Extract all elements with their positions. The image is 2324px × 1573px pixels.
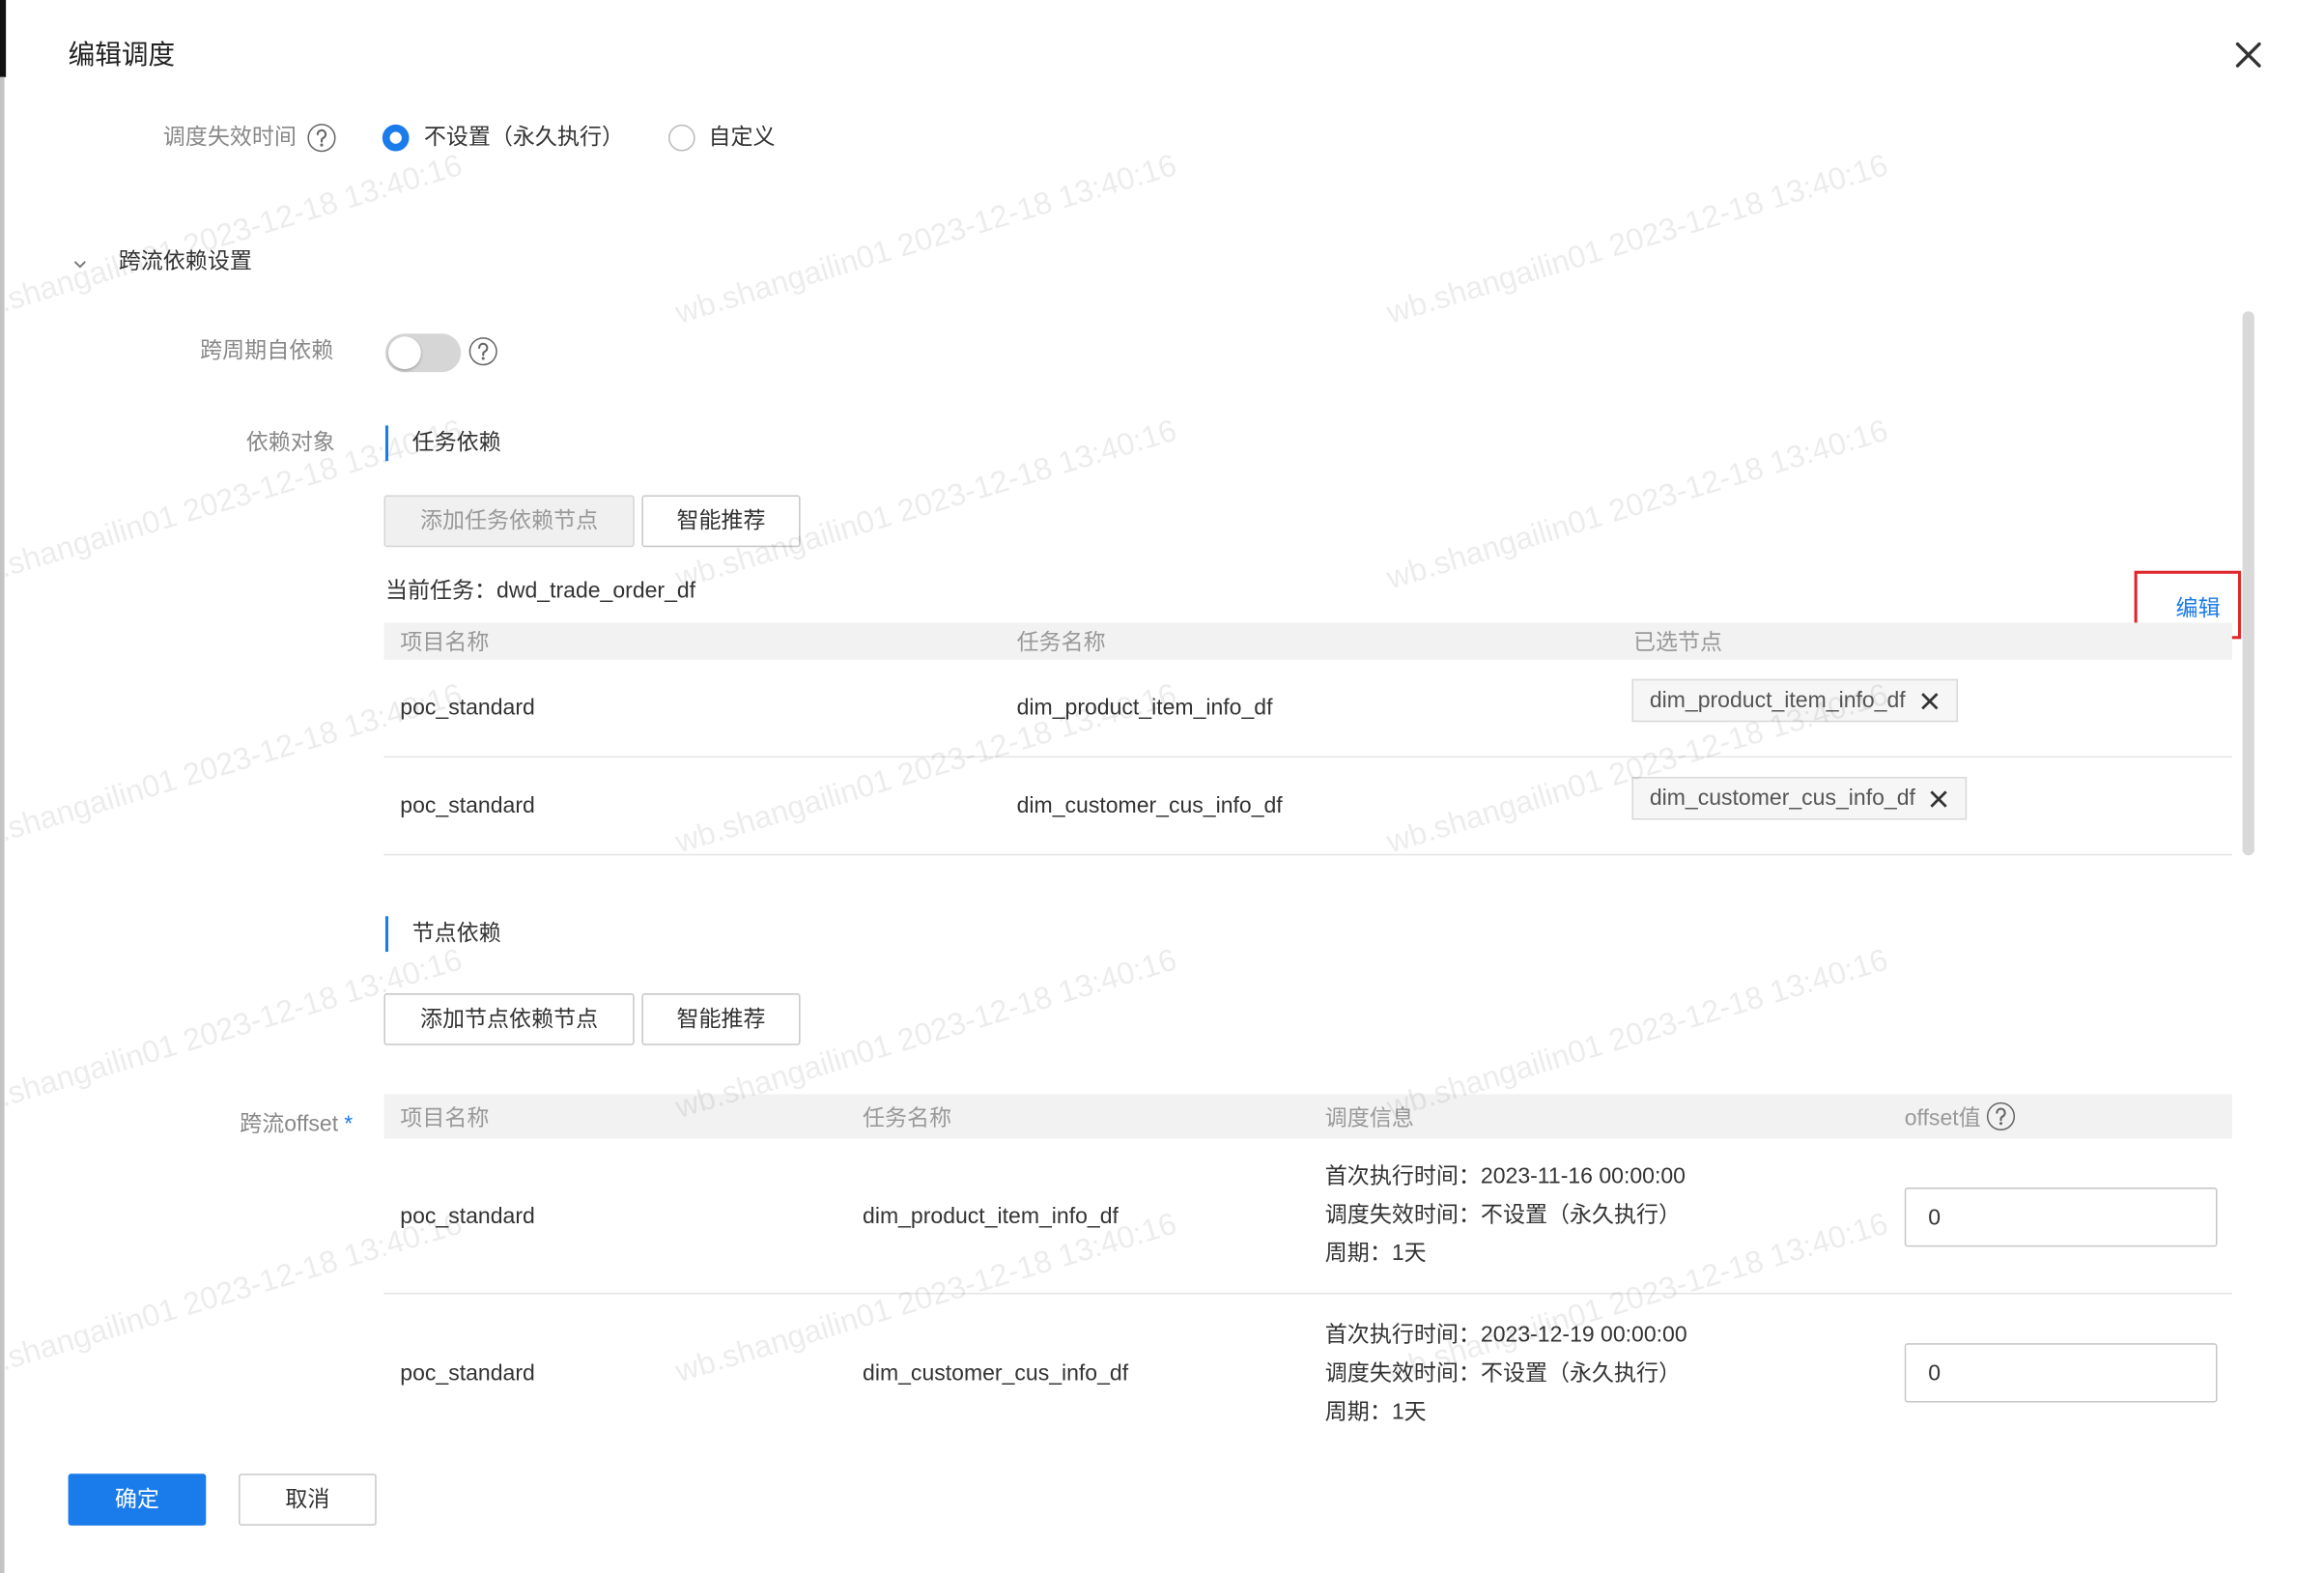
question-circle-icon[interactable] xyxy=(307,123,337,153)
expiry-label: 调度失效时间 xyxy=(162,124,297,150)
close-small-icon[interactable] xyxy=(1927,787,1951,812)
period-value: 1天 xyxy=(1391,1398,1427,1424)
first-run-line: 首次执行时间：2023-12-19 00:00:00 xyxy=(1325,1316,1687,1355)
smart-recommend-button[interactable]: 智能推荐 xyxy=(641,993,801,1045)
expiry-info-label: 调度失效时间： xyxy=(1324,1202,1481,1228)
period-line: 周期：1天 xyxy=(1325,1235,1686,1273)
tag-label: dim_customer_cus_info_df xyxy=(1649,786,1915,812)
radio-custom-label[interactable]: 自定义 xyxy=(708,123,775,153)
node-dependency-title: 节点依赖 xyxy=(411,920,501,946)
table-row: poc_standard dim_product_item_info_df di… xyxy=(383,660,2232,758)
period-label: 周期： xyxy=(1324,1398,1392,1424)
cancel-button[interactable]: 取消 xyxy=(239,1473,377,1526)
add-node-dependency-button[interactable]: 添加节点依赖节点 xyxy=(383,993,635,1045)
first-run-label: 首次执行时间： xyxy=(1324,1163,1481,1189)
chevron-down-icon[interactable] xyxy=(72,256,87,271)
column-header-schedule-info: 调度信息 xyxy=(1324,1104,1414,1130)
toggle-knob xyxy=(388,336,421,370)
period-label: 周期： xyxy=(1324,1241,1392,1267)
self-dependency-toggle[interactable] xyxy=(384,333,462,373)
expiry-info-value: 不设置（永久执行） xyxy=(1480,1359,1682,1386)
window-edge xyxy=(0,0,7,77)
radio-custom[interactable] xyxy=(668,124,695,152)
task-dependency-table: 项目名称 任务名称 已选节点 poc_standard dim_product_… xyxy=(383,622,2232,856)
edit-link[interactable]: 编辑 xyxy=(2176,594,2221,624)
table-row: poc_standard dim_customer_cus_info_df di… xyxy=(383,758,2232,856)
section-accent-bar xyxy=(384,916,389,953)
schedule-info-cell: 首次执行时间：2023-11-16 00:00:00 调度失效时间：不设置（永久… xyxy=(1325,1138,1686,1293)
project-cell: poc_standard xyxy=(400,792,535,818)
column-header-project: 项目名称 xyxy=(400,1104,490,1130)
task-cell: dim_customer_cus_info_df xyxy=(863,1360,1129,1387)
question-circle-icon[interactable] xyxy=(1987,1101,2017,1131)
section-accent-bar xyxy=(384,425,389,462)
edit-schedule-dialog: 编辑调度 调度失效时间 不设置（永久执行） 自定义 跨流依赖设置 跨周期自依赖 … xyxy=(0,0,2324,1573)
current-task: 当前任务：dwd_trade_order_df xyxy=(385,577,695,607)
tag-label: dim_product_item_info_df xyxy=(1649,687,1906,714)
dependency-target-label: 依赖对象 xyxy=(245,429,335,456)
column-header-task: 任务名称 xyxy=(863,1104,952,1130)
close-small-icon[interactable] xyxy=(1917,689,1941,713)
table-row: poc_standard dim_customer_cus_info_df 首次… xyxy=(383,1295,2231,1453)
column-header-selected: 已选节点 xyxy=(1632,630,1723,656)
first-run-line: 首次执行时间：2023-11-16 00:00:00 xyxy=(1325,1158,1686,1196)
first-run-value: 2023-12-19 00:00:00 xyxy=(1480,1321,1687,1348)
column-header-offset-label: offset值 xyxy=(1904,1104,1981,1130)
project-cell: poc_standard xyxy=(400,1203,535,1229)
expiry-info-label: 调度失效时间： xyxy=(1324,1359,1481,1386)
column-header-offset: offset值 xyxy=(1905,1094,2017,1138)
question-circle-icon[interactable] xyxy=(468,336,498,366)
selected-node-tag: dim_product_item_info_df xyxy=(1631,678,1958,723)
expiry-info-value: 不设置（永久执行） xyxy=(1480,1202,1682,1228)
expiry-line: 调度失效时间：不设置（永久执行） xyxy=(1325,1196,1686,1235)
add-task-dependency-button[interactable]: 添加任务依赖节点 xyxy=(383,495,635,548)
scrollbar[interactable] xyxy=(2242,311,2254,856)
column-header-task: 任务名称 xyxy=(1016,630,1106,656)
self-dependency-label: 跨周期自依赖 xyxy=(200,337,334,363)
table-row: poc_standard dim_product_item_info_df 首次… xyxy=(383,1138,2232,1295)
first-run-value: 2023-11-16 00:00:00 xyxy=(1480,1163,1686,1189)
close-button[interactable] xyxy=(2232,39,2265,72)
offset-label: 跨流offset * xyxy=(59,1110,353,1140)
table-header: 项目名称 任务名称 调度信息 offset值 xyxy=(383,1094,2232,1139)
period-value: 1天 xyxy=(1391,1241,1427,1267)
task-dependency-title: 任务依赖 xyxy=(411,429,501,456)
task-cell: dim_product_item_info_df xyxy=(1016,695,1273,721)
window-edge-line xyxy=(0,76,5,1573)
task-cell: dim_product_item_info_df xyxy=(863,1203,1119,1229)
radio-no-expiry-label[interactable]: 不设置（永久执行） xyxy=(424,123,624,153)
project-cell: poc_standard xyxy=(400,1360,535,1387)
expiry-line: 调度失效时间：不设置（永久执行） xyxy=(1325,1355,1687,1393)
close-icon xyxy=(2235,42,2261,68)
table-header: 项目名称 任务名称 已选节点 xyxy=(383,622,2232,660)
column-header-project: 项目名称 xyxy=(400,630,490,656)
watermark-text: wb.shangailin01 2023-12-18 13:40:16 xyxy=(1382,413,1892,596)
offset-label-text: 跨流offset xyxy=(240,1111,339,1137)
dialog-title: 编辑调度 xyxy=(68,40,176,71)
current-task-label: 当前任务： xyxy=(384,578,497,604)
schedule-info-cell: 首次执行时间：2023-12-19 00:00:00 调度失效时间：不设置（永久… xyxy=(1325,1295,1687,1453)
first-run-label: 首次执行时间： xyxy=(1324,1321,1481,1348)
watermark-text: wb.shangailin01 2023-12-18 13:40:16 xyxy=(1382,148,1892,331)
period-line: 周期：1天 xyxy=(1325,1393,1687,1432)
offset-input[interactable] xyxy=(1904,1343,2218,1403)
required-mark: * xyxy=(344,1111,354,1137)
project-cell: poc_standard xyxy=(400,695,535,721)
watermark-text: wb.shangailin01 2023-12-18 13:40:16 xyxy=(671,148,1181,331)
radio-no-expiry[interactable] xyxy=(382,124,410,152)
smart-recommend-button[interactable]: 智能推荐 xyxy=(641,495,801,548)
offset-table: 项目名称 任务名称 调度信息 offset值 poc_standard dim_… xyxy=(383,1094,2232,1453)
selected-node-tag: dim_customer_cus_info_df xyxy=(1631,777,1968,820)
watermark-text: wb.shangailin01 2023-12-18 13:40:16 xyxy=(0,148,467,331)
confirm-button[interactable]: 确定 xyxy=(68,1473,207,1526)
offset-input[interactable] xyxy=(1904,1187,2218,1247)
current-task-value: dwd_trade_order_df xyxy=(496,578,696,604)
task-cell: dim_customer_cus_info_df xyxy=(1016,792,1283,818)
section-title-cross-flow[interactable]: 跨流依赖设置 xyxy=(119,247,252,277)
